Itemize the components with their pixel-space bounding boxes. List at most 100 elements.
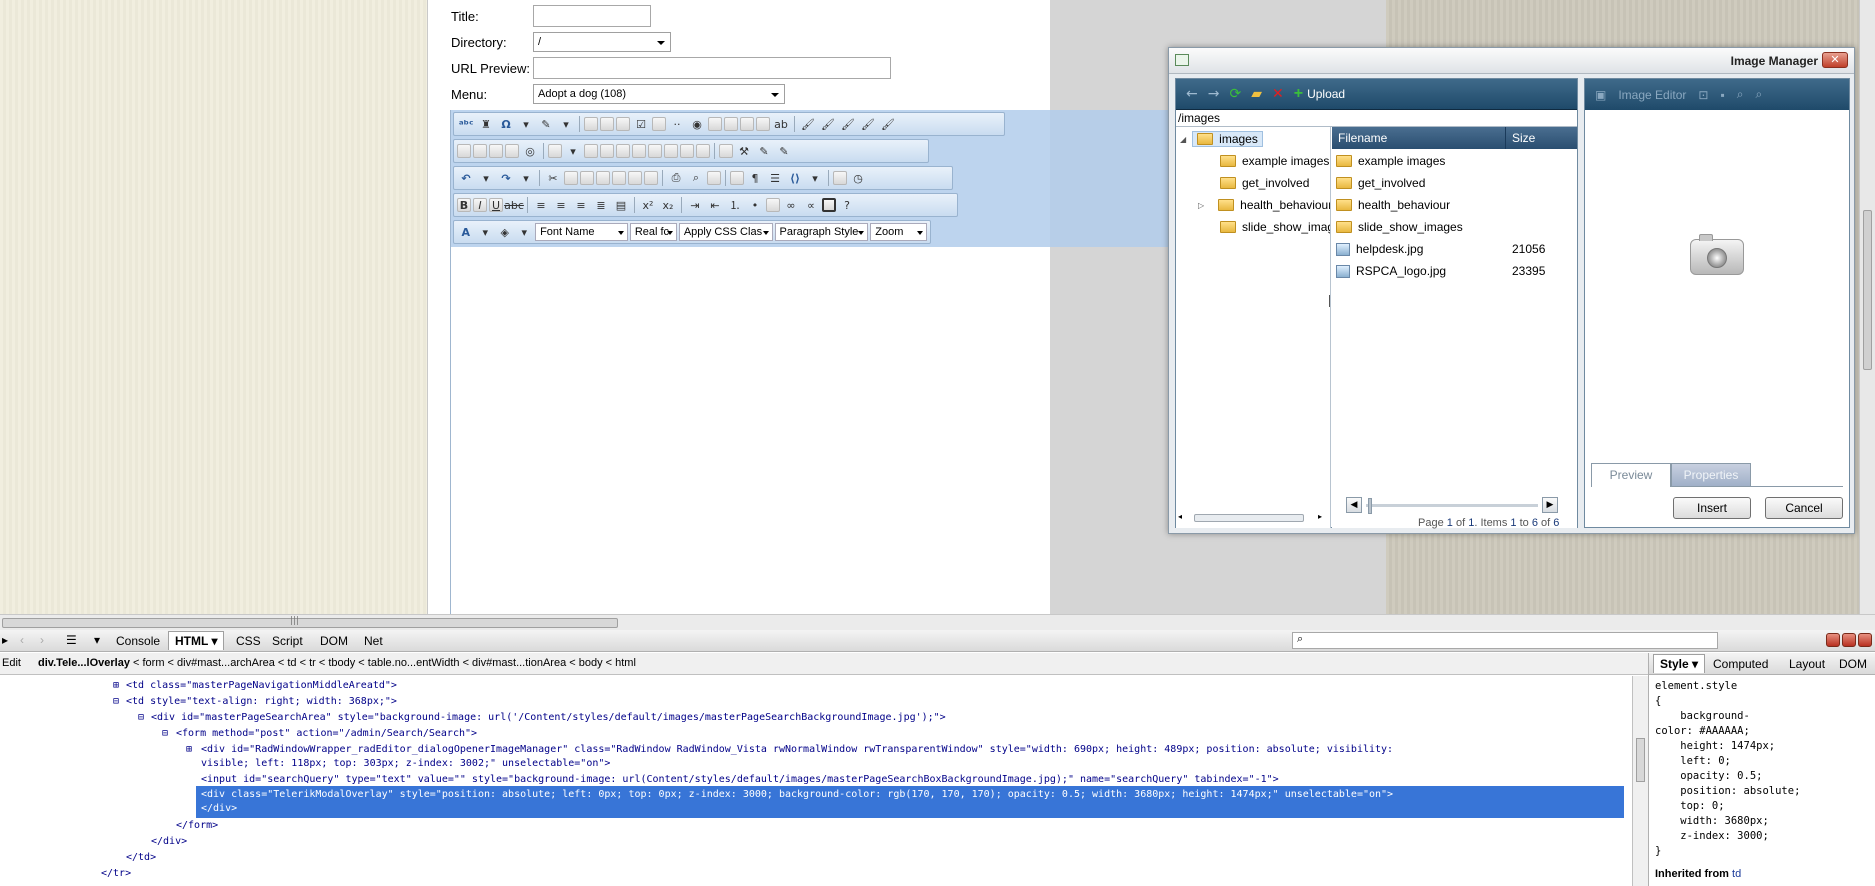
tab-side-dom[interactable]: DOM [1839,657,1867,671]
scrollbar-thumb[interactable] [1194,514,1304,522]
list-item[interactable]: example images [1336,151,1572,171]
numbered-list-icon[interactable]: ⒈ [726,196,744,214]
detach-icon[interactable] [1842,633,1856,647]
table-delete-icon[interactable] [648,144,662,158]
image-editor-icon[interactable]: ▣ [1595,88,1606,102]
code-line[interactable]: <div id="RadWindowWrapper_radEditor_dial… [201,744,1393,755]
collapse-icon[interactable]: ⊟ [113,696,119,707]
delete-icon[interactable]: ✕ [1272,86,1284,102]
align-center-icon[interactable]: ≡ [552,196,570,214]
more-icon[interactable]: ·· [668,115,686,133]
scroll-right-icon[interactable]: ▸ [1318,512,1322,521]
edit-icon[interactable]: ✎ [775,142,793,160]
tab-console[interactable]: Console [116,634,160,648]
code-line[interactable]: <div id="masterPageSearchArea" style="ba… [151,712,946,723]
url-preview-field[interactable] [533,57,891,79]
background-color-icon[interactable]: ◈ [496,223,514,241]
table-merge-icon[interactable] [616,144,630,158]
edit-button[interactable]: Edit [2,657,21,669]
previous-page-button[interactable]: ◀ [1346,497,1362,513]
fieldset-icon[interactable] [652,117,666,131]
expanded-arrow-icon[interactable]: ◢ [1180,135,1186,144]
close-icon[interactable] [1858,633,1872,647]
tab-properties[interactable]: Properties [1671,463,1751,487]
breadcrumb-path[interactable]: < form < div#mast...archArea < td < tr <… [130,657,636,669]
help-icon[interactable]: ? [838,196,856,214]
list-item[interactable]: get_involved [1336,173,1572,193]
bold-icon[interactable]: B [457,198,471,212]
flash-manager-icon[interactable] [505,144,519,158]
brush-icon[interactable]: 🖌 [879,115,897,133]
button-icon[interactable] [616,117,630,131]
pager-thumb[interactable] [1368,498,1372,514]
align-left-icon[interactable]: ≡ [532,196,550,214]
custom-links-icon[interactable]: ⟨⟩ [786,169,804,187]
scrollbar-thumb[interactable] [1636,738,1645,782]
chevron-down-icon[interactable]: ▾ [477,223,495,241]
brush-icon[interactable]: 🖌 [799,115,817,133]
image-manager-icon[interactable] [457,144,471,158]
scrollbar-thumb[interactable] [1863,210,1872,370]
image-editor-label[interactable]: Image Editor [1618,88,1686,102]
scrollbar-thumb[interactable] [2,618,618,628]
column-header-size[interactable]: Size [1512,131,1535,145]
clock-icon[interactable]: ◷ [849,169,867,187]
column-header-filename[interactable]: Filename [1338,131,1387,145]
select-icon[interactable] [708,117,722,131]
tree-item-images[interactable]: ◢ images [1180,130,1263,148]
css-class-dropdown[interactable]: Apply CSS Clas [678,223,773,241]
collapse-icon[interactable]: ⊟ [138,712,144,723]
expand-icon[interactable]: ⊞ [113,680,119,691]
collapse-icon[interactable]: ⊟ [162,728,168,739]
align-right-icon[interactable]: ≡ [572,196,590,214]
code-line[interactable]: <td style="text-align: right; width: 368… [126,696,397,707]
page-vertical-scrollbar[interactable] [1859,0,1875,614]
foreground-color-icon[interactable]: A [457,223,475,241]
code-line[interactable]: </div> [201,803,237,814]
zoom-in-icon[interactable]: ⌕ [1737,87,1744,102]
format-stripper-icon[interactable]: ✎ [537,115,555,133]
back-icon[interactable]: ‹ [20,633,24,647]
tree-item-slide-show-images[interactable]: slide_show_images [1220,218,1330,236]
code-line[interactable]: <td class="masterPageNavigationMiddleAre… [126,680,397,691]
table-col-icon[interactable] [600,144,614,158]
paste-plain-icon[interactable] [644,171,658,185]
tab-dom[interactable]: DOM [320,634,348,648]
firebug-search-input[interactable]: ⌕ [1292,632,1718,649]
table-row-icon[interactable] [584,144,598,158]
print-icon[interactable]: ⎙ [667,169,685,187]
align-justify-icon[interactable]: ≣ [592,196,610,214]
bulleted-list-icon[interactable]: • [746,196,764,214]
indent-icon[interactable]: ⇥ [686,196,704,214]
tree-root-node[interactable]: images [1192,131,1263,147]
next-page-button[interactable]: ▶ [1542,497,1558,513]
directory-select[interactable]: / [533,32,671,52]
hammer-icon[interactable]: ⚒ [735,142,753,160]
code-line[interactable]: visible; left: 118px; top: 303px; z-inde… [201,758,610,769]
label-icon[interactable]: ab [772,115,790,133]
table-split-icon[interactable] [632,144,646,158]
snippet-icon[interactable] [730,171,744,185]
spellcheck-icon[interactable]: ᵃᵇᶜ [457,115,475,133]
title-input[interactable] [533,5,651,27]
tree-horizontal-scrollbar[interactable]: ◂ ▸ [1178,510,1328,526]
tab-preview[interactable]: Preview [1591,463,1671,487]
chevron-down-icon[interactable]: ▾ [517,169,535,187]
font-name-dropdown[interactable]: Font Name [535,223,628,241]
cell-props-icon[interactable] [680,144,694,158]
paragraph-style-dropdown[interactable]: Paragraph Style [774,223,869,241]
chevron-down-icon[interactable]: ▾ [564,142,582,160]
list-item[interactable]: RSPCA_logo.jpg 23395 [1336,261,1572,281]
code-line[interactable]: <form method="post" action="/admin/Searc… [176,728,477,739]
image-manager-titlebar[interactable]: Image Manager ✕ [1169,48,1854,74]
redo-icon[interactable]: ↷ [497,169,515,187]
align-justify-icon[interactable]: ☰ [766,169,784,187]
form-icon[interactable] [584,117,598,131]
chevron-down-icon[interactable]: ▾ [517,115,535,133]
font-size-dropdown[interactable]: Real fc [629,223,677,241]
inherited-tag-link[interactable]: td [1732,868,1741,880]
save-icon[interactable]: ▪ [1720,88,1724,102]
forward-icon[interactable]: › [40,633,44,647]
back-icon[interactable]: ← [1186,86,1198,102]
brush-icon[interactable]: 🖌 [839,115,857,133]
